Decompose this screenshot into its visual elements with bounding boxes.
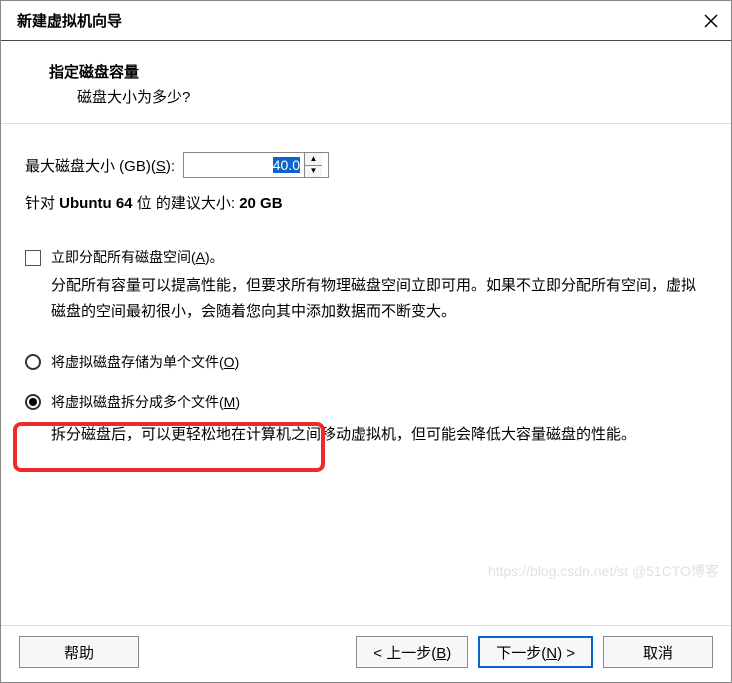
split-multiple-files-description: 拆分磁盘后，可以更轻松地在计算机之间移动虚拟机，但可能会降低大容量磁盘的性能。 bbox=[51, 422, 707, 448]
split-multiple-files-radio[interactable] bbox=[25, 394, 41, 410]
titlebar: 新建虚拟机向导 bbox=[1, 1, 731, 41]
disk-size-label: 最大磁盘大小 (GB)(S): bbox=[25, 155, 175, 176]
store-single-file-radio-row[interactable]: 将虚拟磁盘存储为单个文件(O) bbox=[25, 352, 707, 372]
spinner-down-icon[interactable]: ▼ bbox=[305, 166, 322, 178]
cancel-button[interactable]: 取消 bbox=[603, 636, 713, 668]
disk-size-input[interactable] bbox=[184, 153, 304, 177]
disk-size-spinner[interactable]: ▲ ▼ bbox=[183, 152, 329, 178]
window-title: 新建虚拟机向导 bbox=[17, 10, 122, 31]
disk-size-row: 最大磁盘大小 (GB)(S): ▲ ▼ bbox=[25, 152, 707, 178]
spinner-buttons: ▲ ▼ bbox=[304, 153, 322, 177]
wizard-window: 新建虚拟机向导 指定磁盘容量 磁盘大小为多少? 最大磁盘大小 (GB)(S): … bbox=[0, 0, 732, 683]
allocate-now-checkbox[interactable] bbox=[25, 250, 41, 266]
help-button[interactable]: 帮助 bbox=[19, 636, 139, 668]
wizard-footer: 帮助 < 上一步(B) 下一步(N) > 取消 bbox=[1, 625, 731, 682]
recommended-size-text: 针对 Ubuntu 64 位 的建议大小: 20 GB bbox=[25, 192, 707, 213]
store-single-file-radio[interactable] bbox=[25, 354, 41, 370]
allocate-now-description: 分配所有容量可以提高性能，但要求所有物理磁盘空间立即可用。如果不立即分配所有空间… bbox=[51, 273, 707, 324]
spinner-up-icon[interactable]: ▲ bbox=[305, 153, 322, 166]
split-multiple-files-label: 将虚拟磁盘拆分成多个文件(M) bbox=[51, 392, 240, 412]
store-single-file-label: 将虚拟磁盘存储为单个文件(O) bbox=[51, 352, 239, 372]
wizard-body: 最大磁盘大小 (GB)(S): ▲ ▼ 针对 Ubuntu 64 位 的建议大小… bbox=[1, 124, 731, 625]
close-icon[interactable] bbox=[701, 11, 721, 31]
split-multiple-files-radio-row[interactable]: 将虚拟磁盘拆分成多个文件(M) bbox=[25, 392, 707, 412]
page-subtitle: 磁盘大小为多少? bbox=[49, 86, 731, 107]
next-button[interactable]: 下一步(N) > bbox=[478, 636, 593, 668]
page-title: 指定磁盘容量 bbox=[49, 61, 731, 82]
allocate-now-checkbox-row[interactable]: 立即分配所有磁盘空间(A)。 bbox=[25, 247, 707, 267]
back-button[interactable]: < 上一步(B) bbox=[356, 636, 468, 668]
wizard-header: 指定磁盘容量 磁盘大小为多少? bbox=[1, 41, 731, 124]
allocate-now-label: 立即分配所有磁盘空间(A)。 bbox=[51, 247, 224, 267]
watermark-text: https://blog.csdn.net/st @51CTO博客 bbox=[488, 561, 719, 581]
